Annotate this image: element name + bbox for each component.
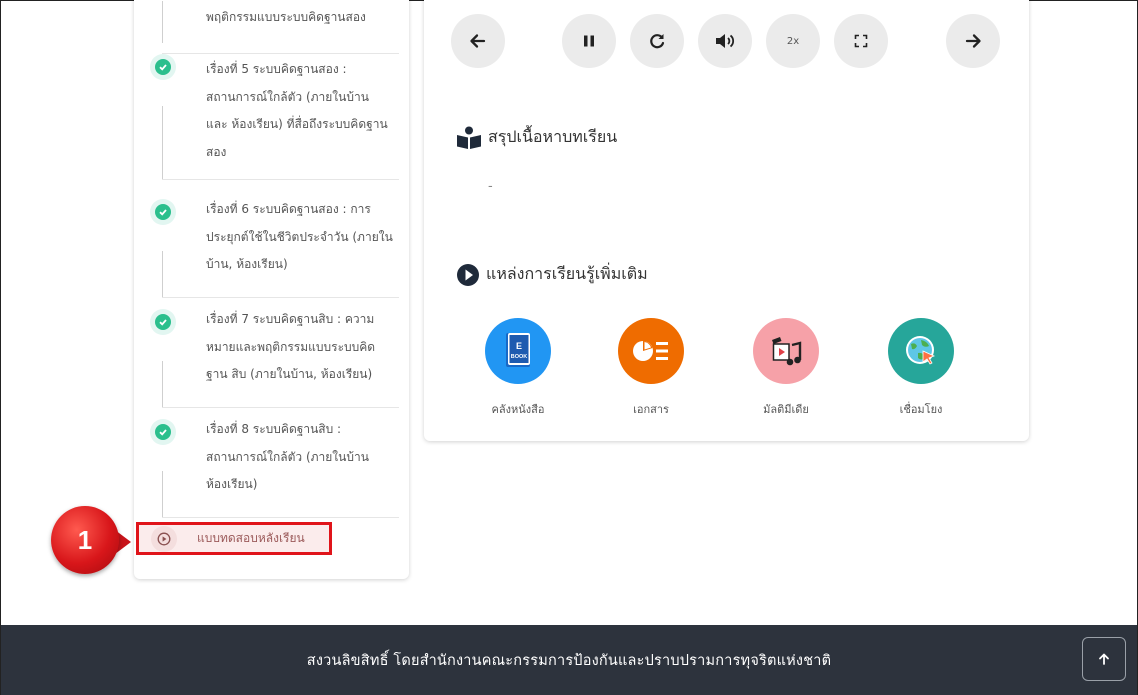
divider: [162, 179, 399, 180]
pause-button[interactable]: [562, 14, 616, 68]
summary-text: -: [488, 179, 493, 194]
resource-multimedia[interactable]: มัลติมีเดีย: [726, 318, 846, 418]
multimedia-icon: [753, 318, 819, 384]
timeline-rail: [162, 361, 163, 407]
speed-label: 2x: [786, 35, 800, 47]
arrow-up-icon: [1099, 653, 1109, 665]
back-to-top-button[interactable]: [1082, 637, 1126, 681]
completed-check-icon: [150, 199, 176, 225]
pause-icon: [584, 35, 594, 47]
lesson-item[interactable]: เรื่องที่ 7 ระบบคิดฐานสิบ : ความ หมายและ…: [134, 309, 409, 409]
fullscreen-icon: [854, 34, 868, 48]
play-circle-icon: [456, 263, 480, 287]
lesson-title: เรื่องที่ 5 ระบบคิดฐานสอง : สถานการณ์ใกล…: [206, 62, 388, 159]
resource-links[interactable]: เชื่อมโยง: [861, 318, 981, 418]
svg-text:BOOK: BOOK: [511, 354, 528, 360]
lesson-title: เรื่องที่ 8 ระบบคิดฐานสิบ : สถานการณ์ใกล…: [206, 422, 369, 491]
lesson-sidebar: พฤติกรรมแบบระบบคิดฐานสอง เรื่องที่ 5 ระบ…: [134, 0, 409, 579]
divider: [162, 407, 399, 408]
lesson-item[interactable]: เรื่องที่ 6 ระบบคิดฐานสอง : การ ประยุกต์…: [134, 199, 409, 299]
timeline-rail: [162, 106, 163, 180]
lesson-title: เรื่องที่ 6 ระบบคิดฐานสอง : การ ประยุกต์…: [206, 202, 393, 271]
fullscreen-button[interactable]: [834, 14, 888, 68]
summary-title: สรุปเนื้อหาบทเรียน: [488, 127, 618, 146]
resource-label: มัลติมีเดีย: [763, 403, 809, 416]
divider: [162, 297, 399, 298]
resource-label: คลังหนังสือ: [491, 403, 545, 416]
resources-heading: แหล่งการเรียนรู้เพิ่มเติม: [456, 262, 648, 287]
document-chart-icon: [618, 318, 684, 384]
lesson-item[interactable]: พฤติกรรมแบบระบบคิดฐานสอง: [134, 1, 409, 54]
replay-icon: [650, 34, 665, 49]
replay-button[interactable]: [630, 14, 684, 68]
resource-documents[interactable]: เอกสาร: [591, 318, 711, 418]
copyright-text: สงวนลิขสิทธิ์ โดยสำนักงานคณะกรรมการป้องก…: [306, 652, 832, 669]
lesson-title: พฤติกรรมแบบระบบคิดฐานสอง: [206, 10, 366, 24]
book-icon: E BOOK: [485, 318, 551, 384]
lesson-content-card: 2x สรุปเนื้อหาบทเรียน - แหล่งการเรียนรู้…: [424, 0, 1029, 441]
completed-check-icon: [150, 309, 176, 335]
reader-book-icon: [456, 126, 482, 150]
lesson-title: เรื่องที่ 7 ระบบคิดฐานสิบ : ความ หมายและ…: [206, 312, 376, 381]
resource-label: เอกสาร: [633, 403, 669, 416]
summary-heading: สรุปเนื้อหาบทเรียน: [456, 125, 617, 150]
site-footer: สงวนลิขสิทธิ์ โดยสำนักงานคณะกรรมการป้องก…: [1, 625, 1137, 695]
posttest-label: แบบทดสอบหลังเรียน: [197, 531, 305, 545]
resource-label: เชื่อมโยง: [899, 403, 943, 416]
timeline-rail: [162, 471, 163, 517]
next-button[interactable]: [946, 14, 1000, 68]
svg-text:E: E: [516, 341, 522, 351]
play-circle-icon: [151, 525, 177, 552]
timeline-rail: [162, 1, 163, 43]
globe-link-icon: [888, 318, 954, 384]
resources-title: แหล่งการเรียนรู้เพิ่มเติม: [486, 264, 648, 283]
completed-check-icon: [150, 419, 176, 445]
arrow-left-icon: [470, 34, 486, 48]
speed-button[interactable]: 2x: [766, 14, 820, 68]
volume-button[interactable]: [698, 14, 752, 68]
divider: [162, 517, 399, 518]
arrow-right-icon: [965, 34, 981, 48]
volume-icon: [716, 34, 735, 48]
previous-button[interactable]: [451, 14, 505, 68]
timeline-rail: [162, 251, 163, 297]
posttest-item[interactable]: แบบทดสอบหลังเรียน: [136, 522, 332, 555]
step-callout-badge: 1: [51, 506, 119, 574]
resource-library[interactable]: E BOOK คลังหนังสือ: [458, 318, 578, 418]
lesson-item[interactable]: เรื่องที่ 5 ระบบคิดฐานสอง : สถานการณ์ใกล…: [134, 54, 409, 189]
completed-check-icon: [150, 54, 176, 80]
lesson-item[interactable]: เรื่องที่ 8 ระบบคิดฐานสิบ : สถานการณ์ใกล…: [134, 419, 409, 519]
